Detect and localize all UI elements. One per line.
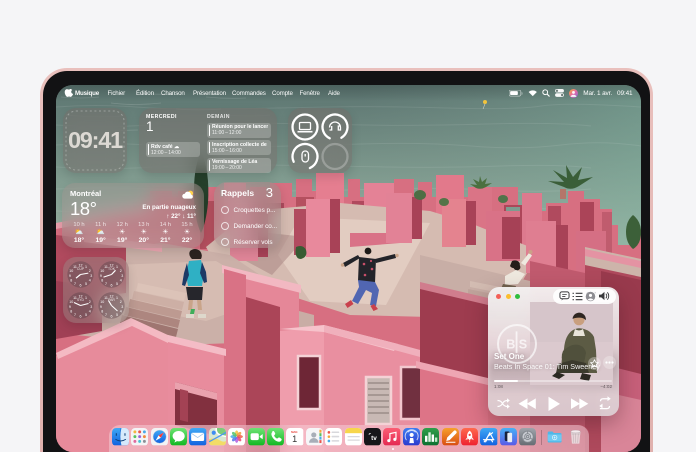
svg-text:5: 5 <box>85 313 87 317</box>
svg-text:10: 10 <box>100 300 104 304</box>
svg-text:3: 3 <box>90 274 92 278</box>
svg-text:8: 8 <box>70 279 72 283</box>
svg-text:4: 4 <box>120 310 122 314</box>
svg-text:10: 10 <box>69 300 73 304</box>
svg-text:12: 12 <box>110 263 114 267</box>
svg-text:10: 10 <box>100 269 104 273</box>
svg-text:1: 1 <box>116 296 118 300</box>
svg-text:S: S <box>519 338 527 352</box>
svg-text:2: 2 <box>89 300 91 304</box>
svg-text:7: 7 <box>74 282 76 286</box>
svg-text:B: B <box>506 338 515 352</box>
svg-text:7: 7 <box>105 313 107 317</box>
svg-text:2: 2 <box>120 269 122 273</box>
svg-text:SYD: SYD <box>77 298 85 302</box>
svg-text:1: 1 <box>292 434 297 444</box>
svg-text:11: 11 <box>104 265 108 269</box>
svg-text:12: 12 <box>79 263 83 267</box>
svg-text:9: 9 <box>100 274 102 278</box>
svg-text:1: 1 <box>116 265 118 269</box>
svg-text:1: 1 <box>85 265 87 269</box>
svg-text:6: 6 <box>80 283 82 287</box>
svg-text:2: 2 <box>120 300 122 304</box>
svg-text:12: 12 <box>110 294 114 298</box>
svg-text:5: 5 <box>116 282 118 286</box>
svg-text:11: 11 <box>104 296 108 300</box>
svg-text:9: 9 <box>69 305 71 309</box>
svg-text:6: 6 <box>80 314 82 318</box>
svg-text:4: 4 <box>120 279 122 283</box>
svg-text:8: 8 <box>70 310 72 314</box>
svg-text:6: 6 <box>111 283 113 287</box>
svg-text:3: 3 <box>121 305 123 309</box>
svg-text:CUP: CUP <box>77 267 85 271</box>
svg-text:9: 9 <box>100 305 102 309</box>
svg-text:5: 5 <box>116 313 118 317</box>
svg-text:5: 5 <box>85 282 87 286</box>
svg-text:8: 8 <box>101 279 103 283</box>
svg-text:3: 3 <box>121 274 123 278</box>
svg-text:9: 9 <box>69 274 71 278</box>
svg-text:7: 7 <box>105 282 107 286</box>
svg-text:4: 4 <box>89 279 91 283</box>
svg-text:tv: tv <box>371 435 377 442</box>
svg-text:3: 3 <box>90 305 92 309</box>
svg-text:11: 11 <box>73 265 77 269</box>
svg-text:8: 8 <box>101 310 103 314</box>
svg-text:TOK: TOK <box>108 267 116 271</box>
svg-text:7: 7 <box>74 313 76 317</box>
svg-text:6: 6 <box>111 314 113 318</box>
svg-text:4: 4 <box>89 310 91 314</box>
svg-text:12: 12 <box>79 294 83 298</box>
svg-text:1: 1 <box>85 296 87 300</box>
svg-text:10: 10 <box>69 269 73 273</box>
svg-text:2: 2 <box>89 269 91 273</box>
svg-text:11: 11 <box>73 296 77 300</box>
